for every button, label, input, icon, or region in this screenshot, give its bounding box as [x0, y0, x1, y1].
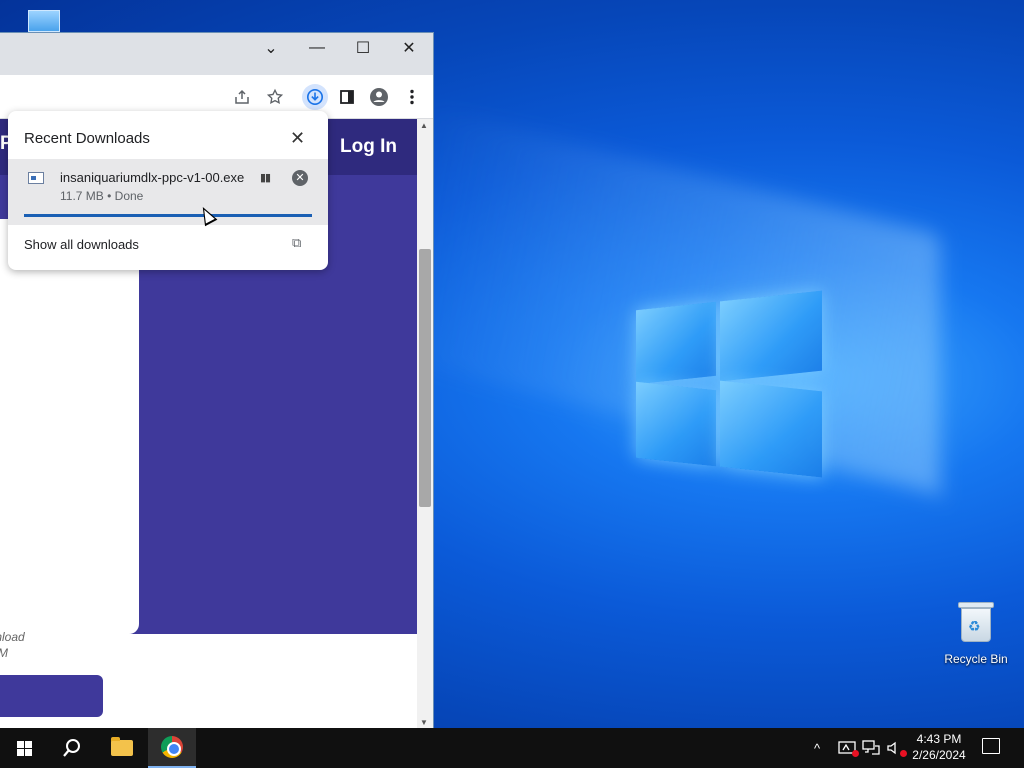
scroll-up-arrow-icon[interactable]: ▲: [420, 121, 428, 130]
notifications-icon[interactable]: [982, 738, 1000, 754]
desktop-icon-partial[interactable]: [28, 10, 60, 32]
scroll-down-arrow-icon[interactable]: ▼: [420, 718, 428, 727]
maximize-button[interactable]: ☐: [340, 33, 386, 63]
downloads-title: Recent Downloads: [24, 130, 150, 147]
show-all-downloads-link[interactable]: Show all downloads: [24, 237, 139, 252]
network-warning-icon[interactable]: [838, 728, 859, 768]
login-link[interactable]: Log In: [340, 136, 397, 158]
download-progress-fill: [24, 214, 312, 217]
download-card: / ownload 2 PM: [0, 219, 139, 717]
file-exe-icon: [28, 172, 44, 184]
pause-icon[interactable]: ▮▮: [260, 171, 271, 184]
show-hidden-icons-button[interactable]: ^: [814, 728, 820, 768]
download-icon[interactable]: [302, 84, 328, 110]
volume-muted-icon[interactable]: [886, 728, 907, 768]
minimize-button[interactable]: —: [294, 33, 340, 63]
download-progress-bar: [24, 214, 312, 217]
share-icon[interactable]: [230, 85, 254, 109]
close-downloads-button[interactable]: ✕: [290, 128, 305, 149]
download-item[interactable]: insaniquariumdlx-ppc-v1-00.exe 11.7 MB •…: [8, 159, 328, 225]
page-scrollbar[interactable]: ▲ ▼: [417, 119, 433, 729]
close-window-button[interactable]: ✕: [386, 33, 432, 63]
download-meta: 11.7 MB • Done: [60, 189, 144, 203]
windows-start-icon: [16, 740, 32, 756]
downloads-bubble: Recent Downloads ✕ insaniquariumdlx-ppc-…: [8, 111, 328, 270]
recycle-bin-icon[interactable]: ♻ Recycle Bin: [938, 600, 1014, 666]
bookmark-star-icon[interactable]: [263, 85, 287, 109]
profile-icon[interactable]: [367, 85, 391, 109]
open-external-icon[interactable]: ⧉: [292, 235, 301, 251]
recycle-bin-graphic: ♻: [956, 600, 996, 644]
windows-wallpaper-logo: [636, 290, 824, 480]
tab-search-button[interactable]: ⌄: [248, 33, 294, 63]
search-button[interactable]: [48, 728, 96, 768]
download-filename: insaniquariumdlx-ppc-v1-00.exe: [60, 170, 245, 185]
card-status-line1: ownload: [0, 630, 25, 644]
taskbar-clock[interactable]: 4:43 PM 2/26/2024: [906, 731, 972, 763]
menu-icon[interactable]: [400, 85, 424, 109]
folder-icon: [111, 737, 133, 756]
clock-time: 4:43 PM: [916, 732, 962, 746]
file-explorer-button[interactable]: [98, 728, 146, 768]
chrome-icon: [161, 736, 183, 758]
title-bar[interactable]: ⌄ — ☐ ✕: [0, 33, 433, 75]
clock-date: 2/26/2024: [912, 748, 966, 762]
scrollbar-thumb[interactable]: [419, 249, 431, 507]
taskbar: ^ 4:43 PM 2/26/2024: [0, 728, 1024, 768]
recycle-bin-label: Recycle Bin: [944, 652, 1008, 666]
chrome-taskbar-button[interactable]: [148, 728, 196, 768]
start-button[interactable]: [0, 728, 48, 768]
search-icon: [63, 739, 80, 757]
card-status-line2: 2 PM: [0, 645, 25, 661]
network-icon[interactable]: [862, 728, 880, 768]
side-panel-icon[interactable]: [335, 85, 359, 109]
card-status-text: ownload 2 PM: [0, 629, 25, 661]
cancel-download-icon[interactable]: ✕: [292, 170, 308, 186]
card-action-button[interactable]: [0, 675, 103, 717]
